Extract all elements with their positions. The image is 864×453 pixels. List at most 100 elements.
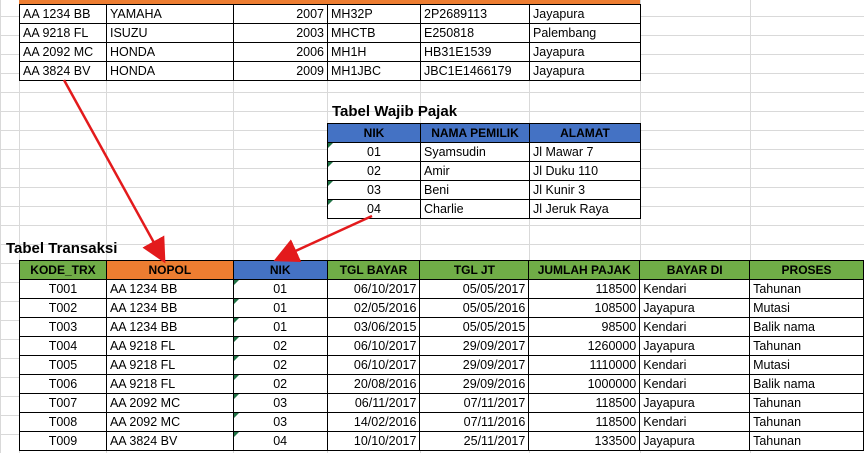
header-proses[interactable]: PROSES xyxy=(749,260,864,280)
cell-merk[interactable]: ISUZU xyxy=(106,23,234,43)
cell-tgl-bayar[interactable]: 06/10/2017 xyxy=(326,355,421,375)
cell-proses[interactable]: Tahunan xyxy=(749,279,864,299)
cell-tgl-jt[interactable]: 29/09/2017 xyxy=(419,336,530,356)
cell-tgl-bayar[interactable]: 02/05/2016 xyxy=(326,298,421,318)
cell-proses[interactable]: Balik nama xyxy=(749,317,864,337)
cell-kota[interactable]: Jayapura xyxy=(529,42,641,62)
cell-tgl-jt[interactable]: 07/11/2017 xyxy=(419,393,530,413)
cell-kode-trx[interactable]: T002 xyxy=(19,298,107,318)
cell-nopol[interactable]: AA 2092 MC xyxy=(105,393,234,413)
cell-kode-trx[interactable]: T007 xyxy=(19,393,107,413)
cell-nopol[interactable]: AA 3824 BV xyxy=(19,61,107,81)
cell-nik[interactable]: 02 xyxy=(232,336,328,356)
cell-bayar-di[interactable]: Jayapura xyxy=(639,298,751,318)
cell-proses[interactable]: Mutasi xyxy=(749,298,864,318)
cell-mesin[interactable]: E250818 xyxy=(420,23,530,43)
header-tgl-jt[interactable]: TGL JT xyxy=(419,260,530,280)
cell-bayar-di[interactable]: Kendari xyxy=(639,374,751,394)
cell-bayar-di[interactable]: Kendari xyxy=(639,317,751,337)
cell-nopol[interactable]: AA 2092 MC xyxy=(105,412,234,432)
cell-tgl-bayar[interactable]: 20/08/2016 xyxy=(326,374,421,394)
cell-nopol[interactable]: AA 9218 FL xyxy=(105,336,234,356)
cell-nopol[interactable]: AA 3824 BV xyxy=(105,431,234,451)
cell-kode-trx[interactable]: T005 xyxy=(19,355,107,375)
cell-tahun[interactable]: 2006 xyxy=(233,42,328,62)
cell-nama[interactable]: Syamsudin xyxy=(420,142,530,162)
cell-tgl-jt[interactable]: 05/05/2015 xyxy=(419,317,530,337)
cell-tahun[interactable]: 2009 xyxy=(233,61,328,81)
header-nopol[interactable]: NOPOL xyxy=(105,260,234,280)
cell-kode-trx[interactable]: T009 xyxy=(19,431,107,451)
cell-alamat[interactable]: Jl Mawar 7 xyxy=(529,142,641,162)
cell-nama[interactable]: Charlie xyxy=(420,199,530,219)
cell-mesin[interactable]: JBC1E1466179 xyxy=(420,61,530,81)
cell-jumlah-pajak[interactable]: 1110000 xyxy=(528,355,641,375)
cell-nik[interactable]: 02 xyxy=(232,374,328,394)
cell-nik[interactable]: 03 xyxy=(232,393,328,413)
cell-nopol[interactable]: AA 9218 FL xyxy=(19,23,107,43)
cell-kode-trx[interactable]: T004 xyxy=(19,336,107,356)
cell-bayar-di[interactable]: Kendari xyxy=(639,355,751,375)
cell-tgl-bayar[interactable]: 06/10/2017 xyxy=(326,279,421,299)
header-alamat[interactable]: ALAMAT xyxy=(529,123,641,143)
cell-tahun[interactable]: 2003 xyxy=(233,23,328,43)
cell-nama[interactable]: Amir xyxy=(420,161,530,181)
cell-jumlah-pajak[interactable]: 118500 xyxy=(528,412,641,432)
cell-kode-trx[interactable]: T001 xyxy=(19,279,107,299)
cell-alamat[interactable]: Jl Duku 110 xyxy=(529,161,641,181)
cell-nopol[interactable]: AA 2092 MC xyxy=(19,42,107,62)
header-nama-pemilik[interactable]: NAMA PEMILIK xyxy=(420,123,530,143)
header-jumlah-pajak[interactable]: JUMLAH PAJAK xyxy=(528,260,641,280)
header-tgl-bayar[interactable]: TGL BAYAR xyxy=(326,260,421,280)
header-nik[interactable]: NIK xyxy=(327,123,421,143)
cell-kota[interactable]: Jayapura xyxy=(529,4,641,24)
cell-jumlah-pajak[interactable]: 133500 xyxy=(528,431,641,451)
cell-bayar-di[interactable]: Kendari xyxy=(639,279,751,299)
header-bayar-di[interactable]: BAYAR DI xyxy=(639,260,751,280)
cell-proses[interactable]: Tahunan xyxy=(749,336,864,356)
cell-mesin[interactable]: 2P2689113 xyxy=(420,4,530,24)
cell-rangka[interactable]: MHCTB xyxy=(327,23,421,43)
cell-merk[interactable]: HONDA xyxy=(106,61,234,81)
cell-nama[interactable]: Beni xyxy=(420,180,530,200)
cell-jumlah-pajak[interactable]: 118500 xyxy=(528,393,641,413)
cell-tgl-jt[interactable]: 29/09/2017 xyxy=(419,355,530,375)
header-nik[interactable]: NIK xyxy=(232,260,328,280)
cell-nik[interactable]: 04 xyxy=(232,431,328,451)
cell-tgl-jt[interactable]: 05/05/2016 xyxy=(419,298,530,318)
cell-tgl-jt[interactable]: 05/05/2017 xyxy=(419,279,530,299)
cell-bayar-di[interactable]: Jayapura xyxy=(639,393,751,413)
cell-mesin[interactable]: HB31E1539 xyxy=(420,42,530,62)
cell-proses[interactable]: Tahunan xyxy=(749,431,864,451)
cell-rangka[interactable]: MH1JBC xyxy=(327,61,421,81)
cell-alamat[interactable]: Jl Jeruk Raya xyxy=(529,199,641,219)
cell-tgl-bayar[interactable]: 06/11/2017 xyxy=(326,393,421,413)
cell-nopol[interactable]: AA 1234 BB xyxy=(19,4,107,24)
cell-jumlah-pajak[interactable]: 108500 xyxy=(528,298,641,318)
cell-proses[interactable]: Balik nama xyxy=(749,374,864,394)
cell-rangka[interactable]: MH32P xyxy=(327,4,421,24)
cell-nik[interactable]: 03 xyxy=(327,180,421,200)
cell-nopol[interactable]: AA 9218 FL xyxy=(105,374,234,394)
cell-merk[interactable]: YAMAHA xyxy=(106,4,234,24)
cell-kode-trx[interactable]: T006 xyxy=(19,374,107,394)
cell-bayar-di[interactable]: Jayapura xyxy=(639,336,751,356)
cell-tahun[interactable]: 2007 xyxy=(233,4,328,24)
cell-proses[interactable]: Tahunan xyxy=(749,412,864,432)
cell-rangka[interactable]: MH1H xyxy=(327,42,421,62)
cell-nopol[interactable]: AA 1234 BB xyxy=(105,298,234,318)
cell-nik[interactable]: 01 xyxy=(232,298,328,318)
header-kode-trx[interactable]: KODE_TRX xyxy=(19,260,107,280)
cell-tgl-jt[interactable]: 29/09/2016 xyxy=(419,374,530,394)
cell-bayar-di[interactable]: Kendari xyxy=(639,412,751,432)
cell-proses[interactable]: Mutasi xyxy=(749,355,864,375)
cell-nik[interactable]: 01 xyxy=(232,279,328,299)
cell-nik[interactable]: 01 xyxy=(327,142,421,162)
cell-nik[interactable]: 01 xyxy=(232,317,328,337)
cell-tgl-bayar[interactable]: 10/10/2017 xyxy=(326,431,421,451)
cell-tgl-jt[interactable]: 25/11/2017 xyxy=(419,431,530,451)
cell-nik[interactable]: 02 xyxy=(232,355,328,375)
cell-nopol[interactable]: AA 1234 BB xyxy=(105,279,234,299)
cell-tgl-jt[interactable]: 07/11/2016 xyxy=(419,412,530,432)
cell-nik[interactable]: 02 xyxy=(327,161,421,181)
